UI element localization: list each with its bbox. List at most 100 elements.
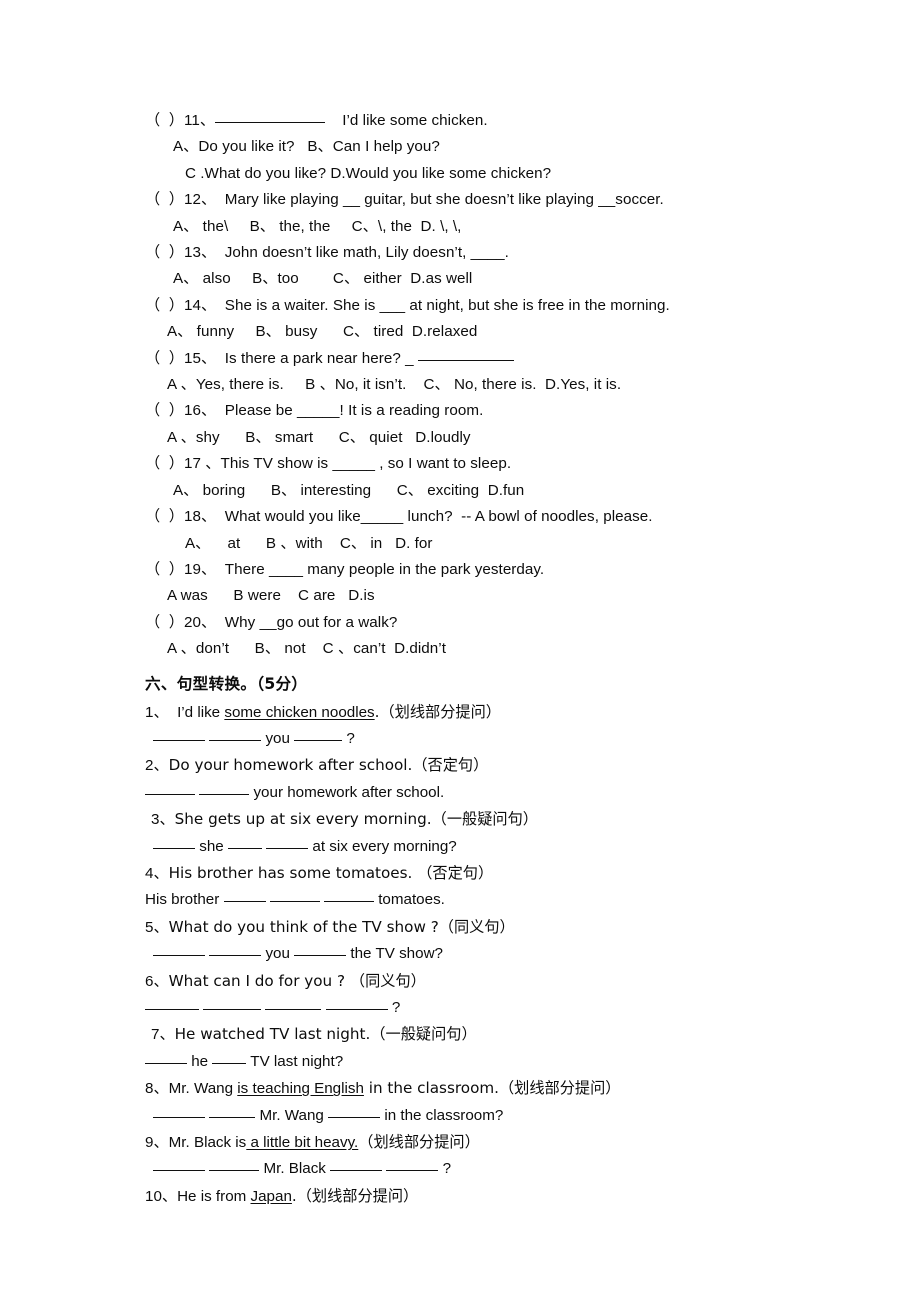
fill-in-blank[interactable] — [209, 955, 262, 957]
fill-in-blank[interactable] — [265, 1009, 322, 1010]
item-lead: Do your homework after school.（否定句） — [168, 756, 489, 775]
fill-in-blank[interactable] — [153, 955, 205, 957]
fill-in-blank[interactable] — [145, 793, 195, 795]
answer-bracket-marker[interactable]: （ ） — [145, 112, 184, 129]
fill-in-blank[interactable] — [330, 1170, 383, 1172]
fill-in-blank[interactable] — [203, 1009, 262, 1010]
fill-in-blank[interactable] — [153, 1116, 205, 1118]
item-instruction: （划线部分提问） — [358, 1133, 480, 1152]
answer-tail-text: TV last night? — [246, 1052, 344, 1070]
answer-bracket-marker[interactable]: （ ） — [145, 508, 184, 525]
item-number: 9、 — [145, 1134, 169, 1152]
option-row[interactable]: A 、shy B、 smart C、 quiet D.loudly — [145, 425, 860, 451]
option-row[interactable]: A、 also B、too C、 either D.as well — [145, 266, 860, 292]
fill-in-blank[interactable] — [209, 739, 262, 741]
question-row: （ ）16、 Please be _____! It is a reading … — [145, 398, 860, 424]
fill-in-blank[interactable] — [145, 1062, 187, 1064]
option-row[interactable]: A 、Yes, there is. B 、No, it isn’t. C、 No… — [145, 372, 860, 398]
fill-in-blank[interactable] — [209, 1170, 260, 1172]
answer-bracket-marker[interactable]: （ ） — [145, 561, 184, 578]
fill-in-blank[interactable] — [199, 793, 250, 795]
answer-line[interactable]: ? — [145, 995, 860, 1021]
fill-in-blank[interactable] — [212, 1062, 247, 1064]
question-text: Is there a park near here? _ — [216, 349, 418, 367]
fill-in-blank[interactable] — [223, 901, 266, 903]
answer-bracket-marker[interactable]: （ ） — [145, 455, 184, 472]
answer-bracket-marker[interactable]: （ ） — [145, 614, 184, 631]
question-row: （ ）14、 She is a waiter. She is ___ at ni… — [145, 293, 860, 319]
answer-line[interactable]: you the TV show? — [145, 941, 860, 967]
fill-in-blank[interactable] — [417, 359, 514, 361]
option-row[interactable]: A 、don’t B、 not C 、can’t D.didn’t — [145, 636, 860, 662]
item-lead: She gets up at six every morning.（一般疑问句） — [174, 810, 538, 829]
option-row[interactable]: C .What do you like? D.Would you like so… — [145, 161, 860, 187]
option-row[interactable]: A、 funny B、 busy C、 tired D.relaxed — [145, 319, 860, 345]
fill-in-blank[interactable] — [266, 847, 309, 849]
answer-line[interactable]: Mr. Wang in the classroom? — [145, 1103, 860, 1129]
answer-tail-text: the TV show? — [346, 945, 443, 963]
underlined-phrase: is teaching English — [237, 1080, 364, 1098]
fill-in-blank[interactable] — [323, 901, 374, 903]
answer-line[interactable]: she at six every morning? — [145, 834, 860, 860]
underlined-phrase: Japan — [250, 1187, 292, 1205]
item-number: 7、 — [151, 1026, 175, 1044]
question-text: What would you like_____ lunch? -- A bow… — [216, 508, 653, 526]
answer-tail-text: at six every morning? — [308, 837, 457, 855]
answer-line[interactable]: your homework after school. — [145, 780, 860, 806]
item-number: 5、 — [145, 918, 169, 936]
answer-tail-text: tomatoes. — [373, 891, 445, 909]
option-row[interactable]: A、 boring B、 interesting C、 exciting D.f… — [145, 478, 860, 504]
transform-item: 2、Do your homework after school.（否定句） — [145, 752, 860, 779]
question-number: 15、 — [184, 349, 217, 367]
item-number: 4、 — [145, 864, 169, 882]
answer-bracket-marker[interactable]: （ ） — [145, 402, 184, 419]
answer-line[interactable]: you ? — [145, 726, 860, 752]
transform-item: 7、He watched TV last night.（一般疑问句） — [145, 1021, 860, 1048]
fill-in-blank[interactable] — [145, 1009, 199, 1010]
option-row[interactable]: A was B were C are D.is — [145, 583, 860, 609]
question-row: （ ）11、 I’d like some chicken. — [145, 108, 860, 134]
fill-in-blank[interactable] — [153, 847, 195, 849]
section-heading: 六、句型转换。（5分） — [145, 674, 308, 693]
fill-in-blank[interactable] — [153, 1170, 205, 1172]
transform-item: 8、Mr. Wang is teaching English in the cl… — [145, 1075, 860, 1102]
option-row[interactable]: A、 the\ B、 the, the C、\, the D. \, \, — [145, 214, 860, 240]
option-row[interactable]: A、 at B 、with C、 in D. for — [145, 531, 860, 557]
fill-in-blank[interactable] — [209, 1116, 256, 1118]
question-number: 19、 — [184, 560, 217, 578]
question-number: 17 、 — [184, 455, 221, 473]
item-instruction: in the classroom.（划线部分提问） — [363, 1079, 621, 1098]
answer-line[interactable]: Mr. Black ? — [145, 1156, 860, 1182]
item-lead: He watched TV last night.（一般疑问句） — [174, 1025, 477, 1044]
fill-in-blank[interactable] — [325, 1009, 388, 1010]
question-row: （ ）15、 Is there a park near here? _ — [145, 346, 860, 372]
answer-tail-text: ? — [387, 999, 401, 1016]
fill-in-blank[interactable] — [227, 847, 262, 849]
item-instruction: .（划线部分提问） — [374, 702, 501, 721]
question-row: （ ）17 、This TV show is _____ , so I want… — [145, 451, 860, 477]
fill-in-blank[interactable] — [294, 955, 347, 957]
fill-in-blank[interactable] — [328, 1116, 381, 1118]
transform-item: 9、Mr. Black is a little bit heavy.（划线部分提… — [145, 1129, 860, 1156]
item-number: 2、 — [145, 757, 169, 775]
fill-in-blank[interactable] — [153, 739, 205, 741]
fill-in-blank[interactable] — [294, 739, 343, 741]
answer-bracket-marker[interactable]: （ ） — [145, 350, 184, 367]
question-number: 20、 — [184, 613, 217, 631]
answer-bracket-marker[interactable]: （ ） — [145, 297, 184, 314]
fill-in-blank[interactable] — [386, 1170, 439, 1172]
question-number: 11、 — [184, 112, 216, 129]
option-row[interactable]: A、Do you like it? B、Can I help you? — [145, 134, 860, 160]
fill-in-blank[interactable] — [215, 122, 326, 123]
answer-bracket-marker[interactable]: （ ） — [145, 191, 184, 208]
answer-bracket-marker[interactable]: （ ） — [145, 244, 184, 261]
item-number: 10、 — [145, 1187, 178, 1205]
transform-item: 6、What can I do for you ? （同义句） — [145, 968, 860, 995]
fill-in-blank[interactable] — [269, 901, 320, 903]
item-number: 1、 — [145, 703, 169, 721]
transform-item: 1、 I’d like some chicken noodles.（划线部分提问… — [145, 699, 860, 726]
answer-line[interactable]: His brother tomatoes. — [145, 887, 860, 913]
answer-line[interactable]: he TV last night? — [145, 1049, 860, 1075]
item-instruction: .（划线部分提问） — [291, 1186, 419, 1205]
answer-tail-text: ? — [342, 729, 355, 747]
